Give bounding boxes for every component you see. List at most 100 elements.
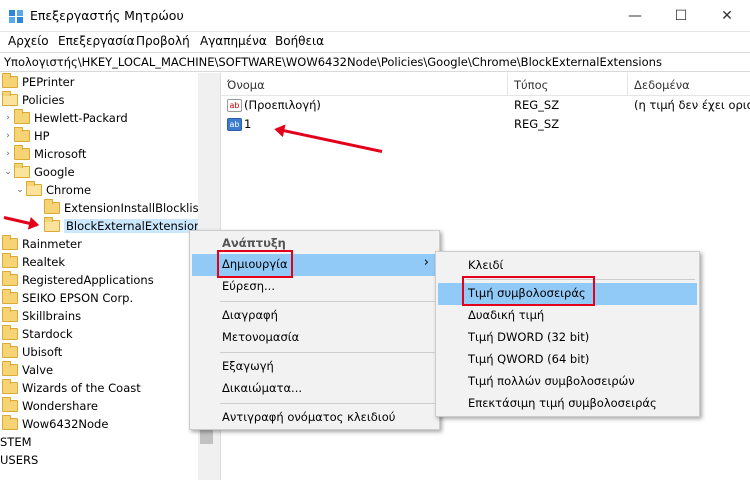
tree-item-label: BlockExternalExtensions [64,219,210,233]
value-row-1[interactable]: ab 1 [227,117,251,135]
menu-expand[interactable]: Ανάπτυξη [192,233,437,255]
tree-item-label: Rainmeter [22,237,82,251]
tree-item-label: Hewlett-Packard [34,111,128,125]
menu-separator [220,403,435,404]
tree-item-label: ExtensionInstallBlocklist [64,201,204,215]
chevron-right-icon[interactable]: › [2,149,14,159]
tree-item-label: Microsoft [34,147,87,161]
folder-icon [2,397,18,412]
column-header-name[interactable]: Όνομα [221,73,508,95]
tree-item-hp[interactable]: › HP [2,127,50,145]
tree-item-label: Ubisoft [22,345,63,359]
submenu-string-value[interactable]: Τιμή συμβολοσειράς [438,283,697,305]
maximize-button[interactable]: ☐ [658,0,704,32]
value-name: (Προεπιλογή) [244,98,321,112]
tree-item-label: SEIKO EPSON Corp. [22,291,134,305]
tree-item-rainmeter[interactable]: Rainmeter [2,235,82,253]
menu-permissions[interactable]: Δικαιώματα... [192,378,437,400]
window-title: Επεξεργαστής Μητρώου [30,8,184,23]
tree-item-label: Wizards of the Coast [22,381,141,395]
tree-item-blockexternalextensions[interactable]: BlockExternalExtensions [44,217,210,235]
menu-bar: Αρχείο Επεξεργασία Προβολή Αγαπημένα Βοή… [0,32,750,52]
tree-item-skillbrains[interactable]: Skillbrains [2,307,81,325]
string-value-icon-selected: ab [227,118,242,131]
menu-edit[interactable]: Επεξεργασία [58,34,135,48]
chevron-right-icon[interactable]: › [2,131,14,141]
menu-delete[interactable]: Διαγραφή [192,305,437,327]
tree-item-wondershare[interactable]: Wondershare [2,397,98,415]
value-type: REG_SZ [514,117,560,131]
folder-open-icon [44,217,60,232]
folder-icon [14,127,30,142]
tree-item-chrome[interactable]: ⌄ Chrome [14,181,91,199]
tree-item-valve[interactable]: Valve [2,361,53,379]
menu-file[interactable]: Αρχείο [8,34,49,48]
tree-item-extensioninstallblocklist[interactable]: ExtensionInstallBlocklist [44,199,203,217]
menu-favorites[interactable]: Αγαπημένα [200,34,267,48]
menu-new-label: Δημιουργία [222,257,288,271]
menu-export[interactable]: Εξαγωγή [192,356,437,378]
tree-item-stardock[interactable]: Stardock [2,325,73,343]
folder-icon [2,73,18,88]
minimize-button[interactable]: — [612,0,658,32]
tree-item-policies[interactable]: Policies [2,91,65,109]
submenu-expandable-string-value[interactable]: Επεκτάσιμη τιμή συμβολοσειράς [438,393,697,415]
menu-rename[interactable]: Μετονομασία [192,327,437,349]
value-row-default[interactable]: ab (Προεπιλογή) [227,98,321,116]
menu-copy-key-name[interactable]: Αντιγραφή ονόματος κλειδιού [192,407,437,429]
menu-separator [220,301,435,302]
submenu-multi-string-value[interactable]: Τιμή πολλών συμβολοσειρών [438,371,697,393]
folder-open-icon [2,91,18,106]
menu-help[interactable]: Βοήθεια [275,34,324,48]
column-header-data[interactable]: Δεδομένα [628,73,750,95]
tree-item-wizards-of-the-coast[interactable]: Wizards of the Coast [2,379,141,397]
context-menu: Ανάπτυξη Δημιουργία › Εύρεση... Διαγραφή… [189,230,440,430]
tree-item-system[interactable]: STEM [0,433,32,451]
tree-item-label: Realtek [22,255,66,269]
tree-item-microsoft[interactable]: › Microsoft [2,145,86,163]
title-bar: Επεξεργαστής Μητρώου — ☐ ✕ [0,0,750,32]
close-button[interactable]: ✕ [704,0,750,32]
tree-item-realtek[interactable]: Realtek [2,253,65,271]
chevron-down-icon[interactable]: ⌄ [14,185,26,195]
new-submenu: Κλειδί Τιμή συμβολοσειράς Δυαδική τιμή Τ… [435,251,700,417]
folder-open-icon [26,181,42,196]
address-bar[interactable]: Υπολογιστής\HKEY_LOCAL_MACHINE\SOFTWARE\… [0,52,750,72]
folder-icon [2,307,18,322]
menu-new[interactable]: Δημιουργία › [192,254,437,276]
tree-item-label: HP [34,129,50,143]
menu-view[interactable]: Προβολή [136,34,190,48]
chevron-down-icon[interactable]: ⌄ [2,167,14,177]
menu-find[interactable]: Εύρεση... [192,276,437,298]
tree-item-registeredapplications[interactable]: RegisteredApplications [2,271,154,289]
tree-item-seiko-epson[interactable]: SEIKO EPSON Corp. [2,289,133,307]
tree-item-peprinter[interactable]: PEPrinter [2,73,74,91]
submenu-binary-value[interactable]: Δυαδική τιμή [438,305,697,327]
folder-icon [2,271,18,286]
tree-item-label: RegisteredApplications [22,273,154,287]
header-divider [221,95,750,96]
folder-icon [2,379,18,394]
chevron-right-icon[interactable]: › [2,113,14,123]
tree-item-wow6432node[interactable]: Wow6432Node [2,415,108,433]
submenu-dword-value[interactable]: Τιμή DWORD (32 bit) [438,327,697,349]
value-data: (η τιμή δεν έχει οριστεί) [634,98,750,112]
menu-separator [466,279,695,280]
column-header-type[interactable]: Τύπος [508,73,628,95]
tree-item-users[interactable]: USERS [0,451,38,469]
submenu-key[interactable]: Κλειδί [438,255,697,277]
submenu-qword-value[interactable]: Τιμή QWORD (64 bit) [438,349,697,371]
string-value-icon: ab [227,99,242,112]
tree-item-ubisoft[interactable]: Ubisoft [2,343,62,361]
folder-icon [2,253,18,268]
tree-item-label: Policies [22,93,65,107]
tree-scrollbar-thumb[interactable] [200,430,213,444]
value-type: REG_SZ [514,98,560,112]
tree-item-google[interactable]: ⌄ Google [2,163,75,181]
tree-item-hewlett-packard[interactable]: › Hewlett-Packard [2,109,128,127]
tree-item-label: Google [34,165,75,179]
tree-item-label: Stardock [22,327,73,341]
tree-item-label: Chrome [46,183,92,197]
folder-icon [14,145,30,160]
chevron-right-icon: › [423,255,429,270]
